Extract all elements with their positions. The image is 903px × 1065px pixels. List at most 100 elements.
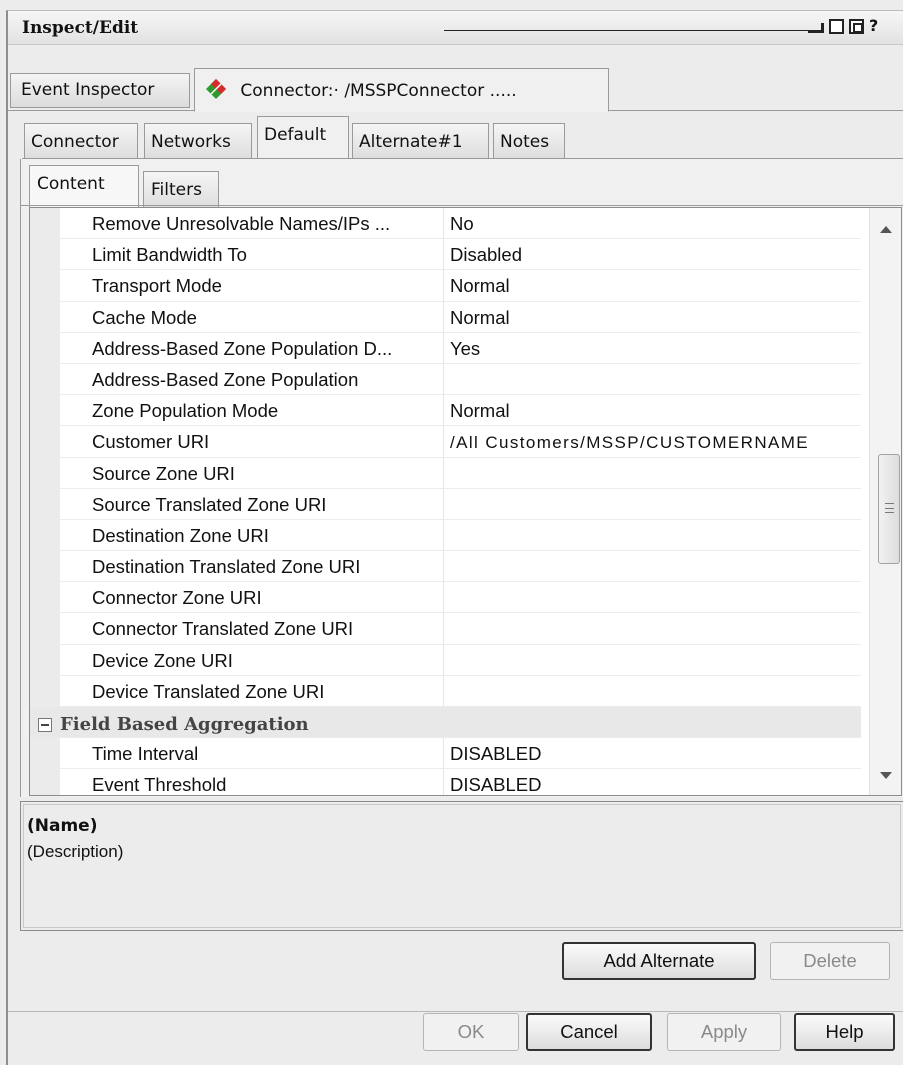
property-name: Source Translated Zone URI — [60, 488, 444, 519]
property-row[interactable]: Source Zone URI — [30, 457, 861, 489]
description-name: (Name) — [27, 816, 98, 836]
title-bar[interactable]: Inspect/Edit ? — [8, 11, 903, 45]
description-panel: (Name) (Description) — [20, 801, 903, 931]
tab-label: Connector:· /MSSPConnector ..... — [240, 81, 517, 101]
property-row[interactable]: Address-Based Zone Population — [30, 363, 861, 396]
property-row[interactable]: Connector Translated Zone URI — [30, 613, 861, 645]
property-name: Connector Translated Zone URI — [60, 613, 444, 644]
tab-event-inspector[interactable]: Event Inspector — [10, 73, 190, 108]
maximize-icon[interactable] — [829, 19, 844, 34]
category-row-field-based-aggregation[interactable]: Field Based Aggregation — [30, 707, 861, 739]
connector-logo-icon — [206, 79, 226, 99]
property-row[interactable]: Remove Unresolvable Names/IPs ... No — [30, 208, 861, 240]
property-row[interactable]: Cache Mode Normal — [30, 301, 861, 333]
window-title: Inspect/Edit — [22, 18, 139, 38]
property-name: Address-Based Zone Population — [60, 363, 444, 395]
property-name: Source Zone URI — [60, 457, 444, 488]
property-value[interactable]: DISABLED — [444, 769, 861, 795]
vertical-scrollbar[interactable] — [869, 208, 901, 795]
property-name: Cache Mode — [60, 301, 444, 332]
apply-button[interactable]: Apply — [667, 1013, 781, 1051]
tab-connector-settings[interactable]: Connector — [24, 123, 138, 158]
tab-filters[interactable]: Filters — [143, 171, 219, 207]
tab-label: Default — [264, 125, 327, 145]
tab-content[interactable]: Content — [29, 165, 139, 207]
property-row[interactable]: Destination Zone URI — [30, 519, 861, 552]
row-gutter — [30, 644, 60, 675]
property-name: Transport Mode — [60, 270, 444, 301]
property-value[interactable]: Normal — [444, 270, 861, 300]
property-value[interactable] — [444, 364, 861, 394]
property-value[interactable]: Normal — [444, 302, 861, 332]
property-value[interactable]: DISABLED — [444, 738, 861, 768]
property-name: Connector Zone URI — [60, 582, 444, 613]
property-name: Event Threshold — [60, 769, 444, 795]
content-panel: Content Filters Remove Unresolvable Name… — [20, 159, 903, 797]
property-name: Zone Population Mode — [60, 395, 444, 426]
restore-icon[interactable] — [849, 19, 864, 34]
inner-tab-bar: Connector Networks Default Alternate#1 N… — [8, 111, 903, 163]
property-value[interactable]: Normal — [444, 395, 861, 425]
tab-label: Notes — [500, 132, 550, 152]
tab-connector[interactable]: Connector:· /MSSPConnector ..... — [194, 68, 609, 112]
tab-label: Connector — [31, 132, 119, 152]
property-value[interactable]: Disabled — [444, 239, 861, 269]
property-name: Address-Based Zone Population D... — [60, 332, 444, 363]
content-tab-divider — [21, 205, 903, 206]
minimize-icon[interactable] — [808, 19, 824, 34]
property-value[interactable] — [444, 645, 861, 675]
scroll-up-arrow-icon[interactable] — [880, 226, 892, 233]
category-header: Field Based Aggregation — [30, 707, 309, 737]
row-gutter — [30, 301, 60, 332]
property-value[interactable] — [444, 582, 861, 612]
delete-button[interactable]: Delete — [770, 942, 890, 980]
property-row[interactable]: Address-Based Zone Population D... Yes — [30, 332, 861, 364]
property-row[interactable]: Destination Translated Zone URI — [30, 551, 861, 583]
property-row[interactable]: Connector Zone URI — [30, 582, 861, 614]
tab-default[interactable]: Default — [257, 116, 349, 159]
property-row[interactable]: Source Translated Zone URI — [30, 488, 861, 520]
scroll-grip-icon — [885, 503, 894, 513]
property-row[interactable]: Zone Population Mode Normal — [30, 395, 861, 427]
help-icon[interactable]: ? — [869, 18, 879, 34]
row-gutter — [30, 738, 60, 769]
property-row[interactable]: Customer URI/All Customers/MSSP/CUSTOMER… — [30, 426, 861, 458]
property-value[interactable] — [444, 551, 861, 581]
help-button[interactable]: Help — [794, 1013, 895, 1051]
property-row[interactable]: Device Zone URI — [30, 644, 861, 676]
add-alternate-button[interactable]: Add Alternate — [562, 942, 756, 980]
property-name: Device Translated Zone URI — [60, 675, 444, 706]
property-row[interactable]: Event Threshold DISABLED — [30, 769, 861, 795]
ok-button[interactable]: OK — [423, 1013, 519, 1051]
property-rows: Remove Unresolvable Names/IPs ... No Limi… — [30, 208, 861, 795]
property-value[interactable] — [444, 520, 861, 550]
property-value[interactable]: No — [444, 208, 861, 238]
property-value[interactable] — [444, 676, 861, 706]
property-value[interactable] — [444, 458, 861, 488]
collapse-minus-icon[interactable] — [38, 717, 52, 732]
outer-tab-bar: Event Inspector Connector:· /MSSPConnect… — [8, 45, 903, 112]
property-name: Customer URI — [60, 426, 444, 457]
cancel-button[interactable]: Cancel — [526, 1013, 652, 1051]
property-row[interactable]: Transport Mode Normal — [30, 270, 861, 302]
property-name: Destination Translated Zone URI — [60, 551, 444, 582]
property-row[interactable]: Device Translated Zone URI — [30, 675, 861, 707]
property-value[interactable] — [444, 613, 861, 643]
property-value[interactable] — [444, 489, 861, 519]
property-row[interactable]: Limit Bandwidth To Disabled — [30, 239, 861, 271]
scroll-down-arrow-icon[interactable] — [880, 772, 892, 779]
customer-uri-value[interactable]: /All Customers/MSSP/CUSTOMERNAME — [444, 426, 861, 456]
scroll-thumb[interactable] — [878, 454, 900, 564]
property-row[interactable]: Time Interval DISABLED — [30, 738, 861, 770]
description-text: (Description) — [27, 842, 124, 861]
property-grid[interactable]: Remove Unresolvable Names/IPs ... No Limi… — [29, 207, 902, 796]
tab-networks[interactable]: Networks — [144, 123, 252, 158]
property-value[interactable]: Yes — [444, 333, 861, 363]
property-name: Time Interval — [60, 738, 444, 769]
row-gutter — [30, 519, 60, 551]
inspect-edit-window: Inspect/Edit ? Event Inspector Connector… — [6, 10, 903, 1065]
row-gutter — [30, 363, 60, 395]
row-gutter — [30, 208, 60, 239]
tab-alternate-1[interactable]: Alternate#1 — [352, 123, 489, 158]
tab-notes[interactable]: Notes — [493, 123, 565, 158]
